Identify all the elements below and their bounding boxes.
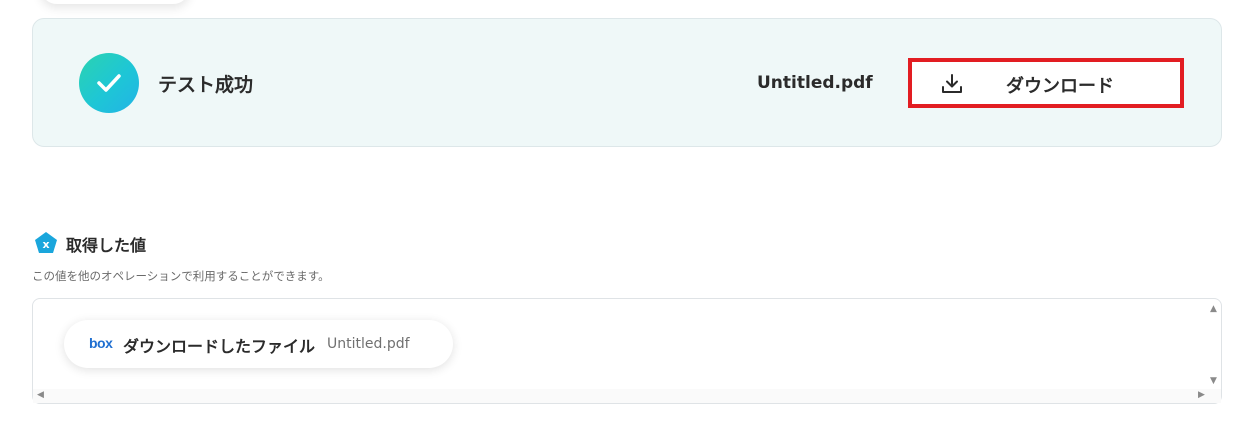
scroll-up-icon[interactable]: ▲ <box>1210 304 1217 314</box>
scroll-right-icon[interactable]: ▶ <box>1198 390 1205 400</box>
svg-text:x: x <box>42 238 49 251</box>
download-icon <box>942 74 962 93</box>
floating-card-shadow <box>40 0 190 4</box>
checkmark-icon <box>79 53 139 113</box>
test-result-panel: テスト成功 Untitled.pdf ダウンロード <box>32 18 1222 147</box>
value-chip[interactable]: box ダウンロードしたファイル Untitled.pdf <box>64 320 453 368</box>
test-status-text: テスト成功 <box>158 74 254 96</box>
download-button[interactable]: ダウンロード <box>908 58 1184 108</box>
value-content: Untitled.pdf <box>327 336 410 352</box>
box-logo-icon: box <box>89 335 113 351</box>
value-label: ダウンロードしたファイル <box>123 337 316 356</box>
section-title: 取得した値 <box>66 236 147 255</box>
result-file-name: Untitled.pdf <box>757 73 873 93</box>
values-container: box ダウンロードしたファイル Untitled.pdf ▲ ▼ ◀ ▶ <box>32 298 1222 404</box>
scroll-down-icon[interactable]: ▼ <box>1210 376 1217 386</box>
download-button-label: ダウンロード <box>1006 76 1114 97</box>
variable-icon: x <box>35 232 57 253</box>
section-description: この値を他のオペレーションで利用することができます。 <box>32 269 330 283</box>
scroll-left-icon[interactable]: ◀ <box>37 390 44 400</box>
horizontal-scrollbar[interactable]: ◀ ▶ <box>33 389 1221 403</box>
